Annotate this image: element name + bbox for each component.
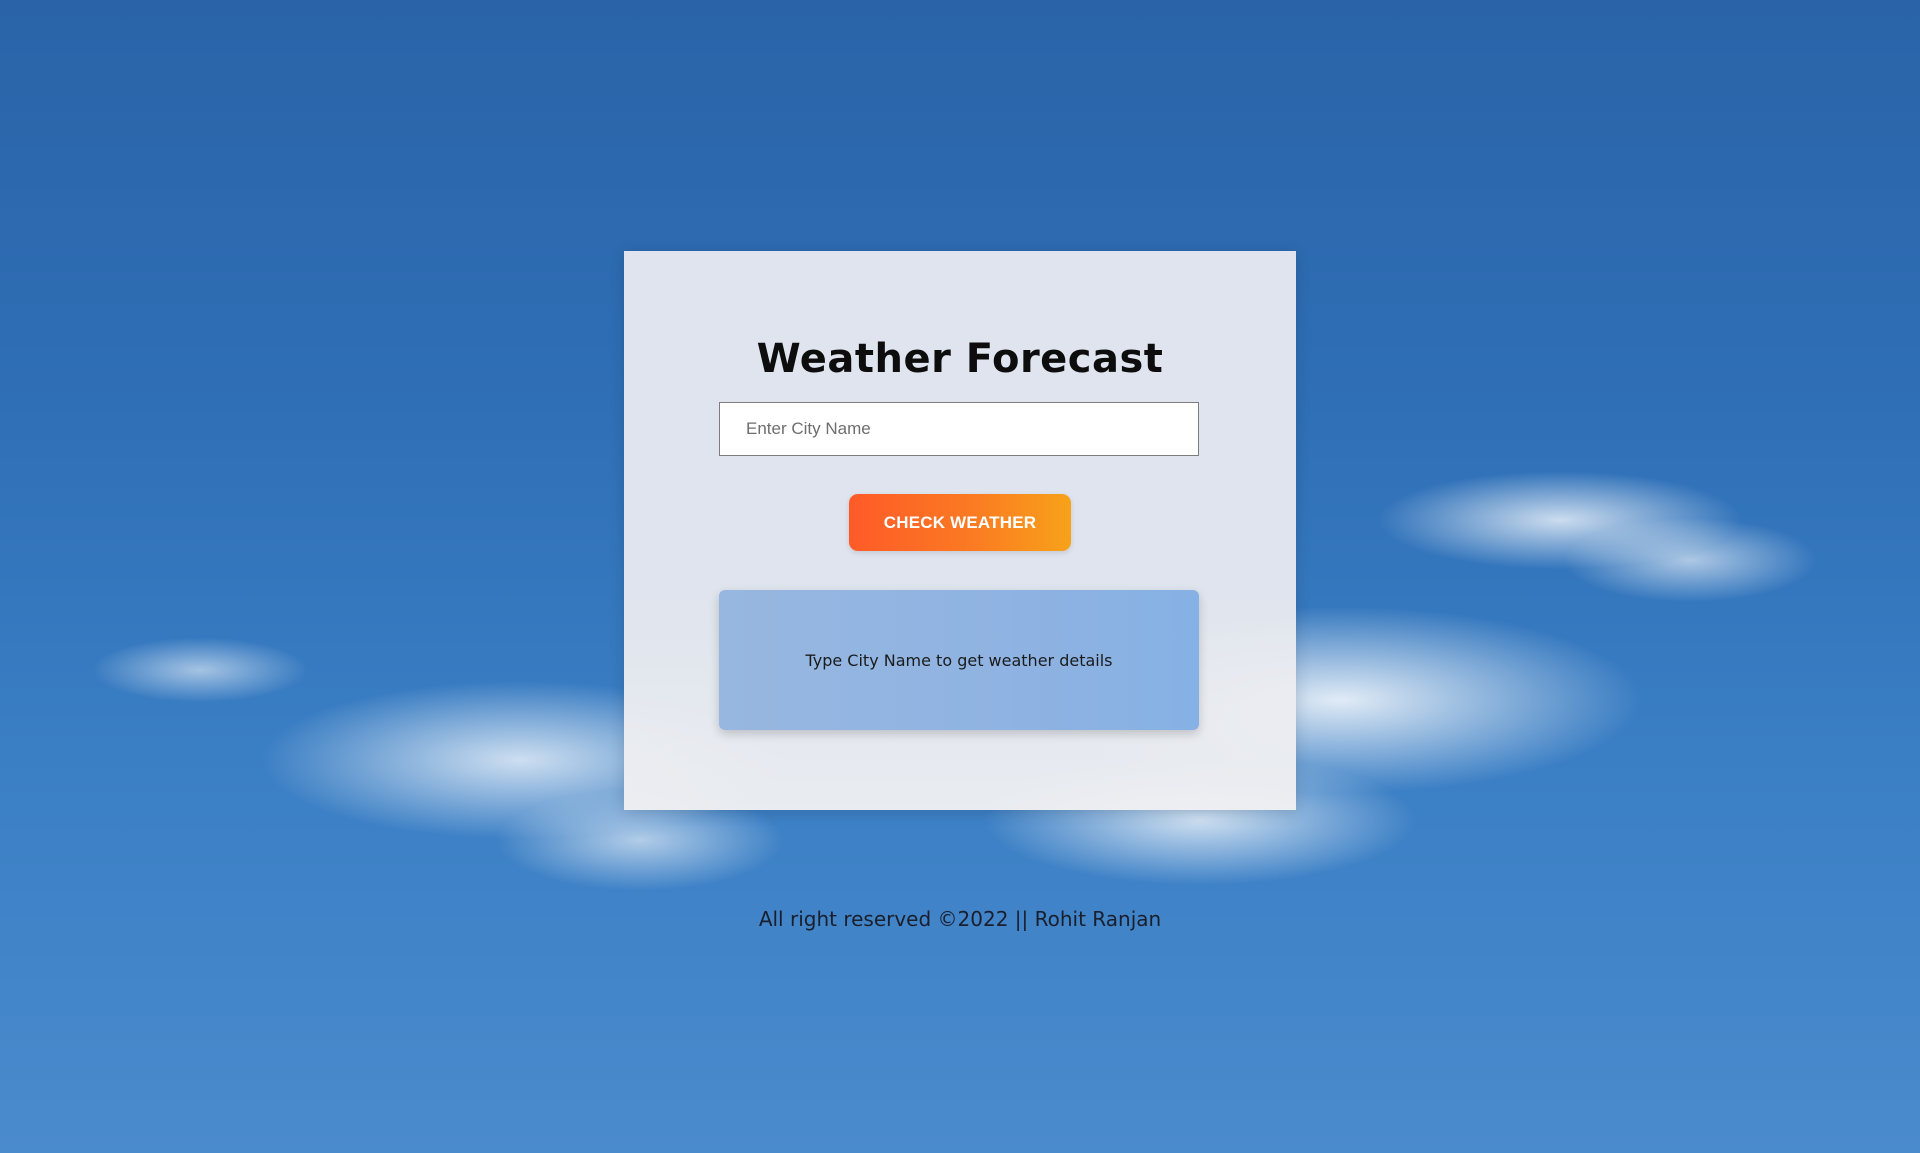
weather-result-box: Type City Name to get weather details [719, 590, 1199, 730]
check-weather-button[interactable]: CHECK WEATHER [849, 494, 1071, 551]
city-name-input[interactable] [719, 402, 1199, 456]
weather-result-message: Type City Name to get weather details [805, 650, 1113, 670]
footer-copyright: All right reserved ©2022 || Rohit Ranjan [758, 907, 1162, 931]
weather-card: Weather Forecast CHECK WEATHER Type City… [624, 251, 1296, 810]
page-title: Weather Forecast [756, 335, 1164, 382]
